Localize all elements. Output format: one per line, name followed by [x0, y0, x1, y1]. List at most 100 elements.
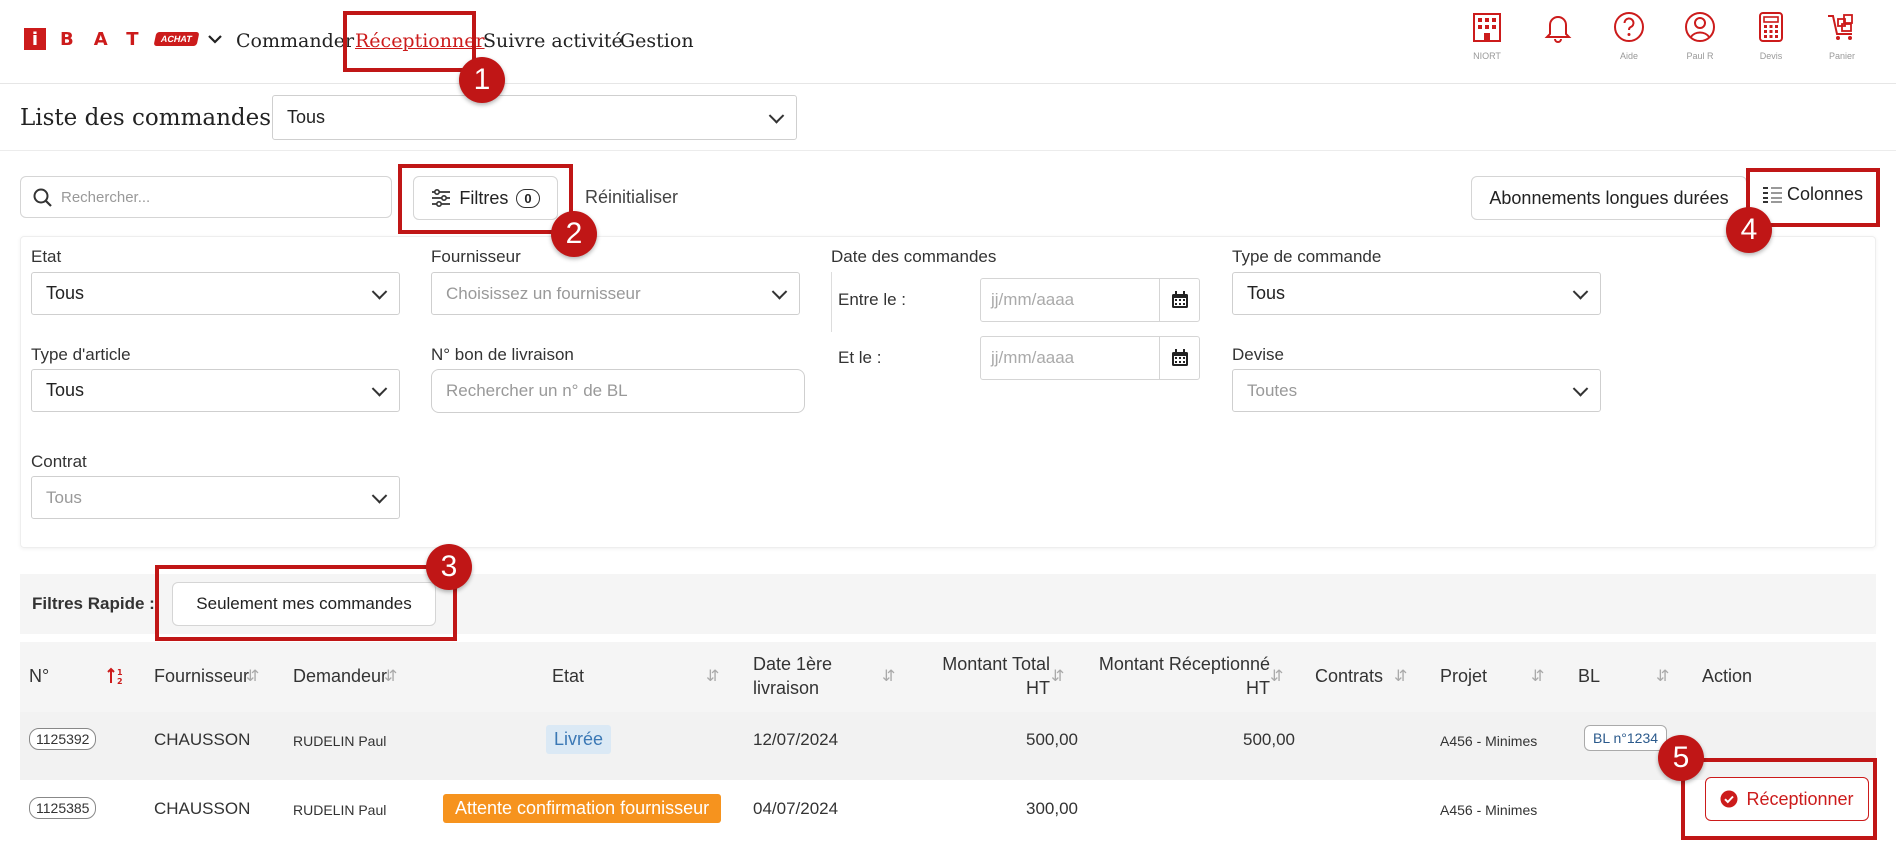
ibat-logo[interactable]: i BAT ACHAT	[24, 28, 223, 50]
date-to-placeholder: jj/mm/aaaa	[991, 348, 1075, 367]
chevron-down-icon[interactable]	[207, 33, 223, 45]
long-term-subscriptions-button[interactable]: Abonnements longues durées	[1471, 176, 1747, 220]
col-etat[interactable]: Etat	[552, 664, 584, 688]
col-fournisseur[interactable]: Fournisseur	[154, 664, 249, 688]
date-from-placeholder: jj/mm/aaaa	[991, 290, 1075, 309]
col-recv-line1: Montant Réceptionné	[1098, 654, 1270, 674]
col-total-line1: Montant Total	[942, 654, 1050, 674]
account-button[interactable]: Paul R	[1672, 10, 1728, 61]
sort-icon[interactable]: ⇵	[1051, 666, 1064, 686]
annotation-box	[398, 164, 573, 234]
fournisseur-select[interactable]: Choisissez un fournisseur	[431, 272, 800, 315]
search-input[interactable]: Rechercher...	[20, 176, 392, 218]
sort-asc-active-icon[interactable]: 12	[106, 666, 126, 686]
col-num[interactable]: N°	[29, 664, 49, 688]
cart-button[interactable]: Panier	[1814, 10, 1870, 61]
agency-button[interactable]: NIORT	[1459, 10, 1515, 61]
fournisseur-label: Fournisseur	[431, 247, 521, 266]
row-projet: A456 - Minimes	[1440, 733, 1538, 749]
type-commande-select[interactable]: Tous	[1232, 272, 1601, 315]
annotation-badge: 3	[426, 544, 472, 590]
row-demandeur: RUDELIN Paul	[293, 802, 387, 818]
page-title: Liste des commandes	[20, 105, 272, 131]
building-icon	[1473, 13, 1501, 42]
help-label: Aide	[1619, 51, 1638, 61]
nav-gestion[interactable]: Gestion	[620, 30, 694, 52]
annotation-badge: 2	[551, 211, 597, 257]
devise-label: Devise	[1232, 345, 1284, 364]
order-list-select[interactable]: Tous	[272, 95, 797, 140]
calculator-icon	[1759, 12, 1783, 42]
col-montant-total[interactable]: Montant Total HT	[905, 652, 1050, 700]
col-projet[interactable]: Projet	[1440, 664, 1487, 688]
cart-label: Panier	[1828, 51, 1855, 61]
annotation-badge: 4	[1726, 207, 1772, 253]
date-to-label: Et le :	[838, 348, 882, 367]
date-from-label: Entre le :	[838, 290, 907, 309]
col-bl[interactable]: BL	[1578, 664, 1600, 688]
order-list-select-value: Tous	[287, 107, 326, 127]
col-date-line2: livraison	[753, 678, 820, 698]
agency-label: NIORT	[1473, 51, 1501, 61]
sort-icon[interactable]: ⇵	[1531, 666, 1544, 686]
annotation-box	[155, 565, 457, 641]
col-montant-receptionne[interactable]: Montant Réceptionné HT	[1080, 652, 1270, 700]
col-demandeur[interactable]: Demandeur	[293, 664, 387, 688]
etat-label: Etat	[31, 247, 62, 266]
calendar-button[interactable]	[1159, 279, 1199, 321]
search-placeholder: Rechercher...	[61, 188, 151, 206]
col-action: Action	[1702, 666, 1753, 686]
row-fournisseur: CHAUSSON	[154, 730, 251, 749]
quick-filters-label: Filtres Rapide :	[32, 594, 155, 613]
status-badge: Attente confirmation fournisseur	[443, 794, 722, 823]
bell-icon	[1544, 16, 1572, 43]
bl-link[interactable]: BL n°1234	[1584, 725, 1668, 751]
help-button[interactable]: Aide	[1601, 10, 1657, 61]
logo-text: BAT	[60, 28, 159, 50]
svg-text:2: 2	[117, 677, 123, 686]
etat-select[interactable]: Tous	[31, 272, 400, 315]
bl-number-label: N° bon de livraison	[431, 345, 574, 364]
row-montant-total: 300,00	[1026, 799, 1078, 818]
type-article-value: Tous	[46, 380, 85, 400]
chevron-down-icon	[371, 283, 388, 300]
devise-select[interactable]: Toutes	[1232, 369, 1601, 412]
bl-number-placeholder: Rechercher un n° de BL	[446, 381, 628, 400]
order-number[interactable]: 1125392	[29, 728, 97, 750]
sort-icon[interactable]: ⇵	[1270, 666, 1283, 686]
col-recv-line2: HT	[1246, 678, 1270, 698]
sort-icon[interactable]: ⇵	[706, 666, 719, 686]
help-icon	[1614, 12, 1644, 42]
nav-suivre-activite[interactable]: Suivre activité	[483, 30, 623, 52]
fournisseur-placeholder: Choisissez un fournisseur	[446, 283, 641, 303]
col-date-livraison[interactable]: Date 1ère livraison	[753, 652, 832, 700]
contrat-select[interactable]: Tous	[31, 476, 400, 519]
sort-icon[interactable]: ⇵	[246, 666, 259, 686]
quotes-button[interactable]: Devis	[1743, 10, 1799, 61]
date-from-input[interactable]: jj/mm/aaaa	[980, 278, 1200, 322]
nav-commander[interactable]: Commander	[236, 30, 354, 52]
chevron-down-icon	[1572, 283, 1589, 300]
annotation-badge: 5	[1658, 735, 1704, 781]
search-icon	[33, 188, 52, 207]
sort-icon[interactable]: ⇵	[1656, 666, 1669, 686]
bl-number-input[interactable]: Rechercher un n° de BL	[431, 369, 805, 413]
row-demandeur: RUDELIN Paul	[293, 733, 387, 749]
date-to-input[interactable]: jj/mm/aaaa	[980, 336, 1200, 380]
calendar-icon	[1171, 291, 1188, 308]
sort-icon[interactable]: ⇵	[1394, 666, 1407, 686]
sort-icon[interactable]: ⇵	[882, 666, 895, 686]
type-article-select[interactable]: Tous	[31, 369, 400, 412]
divider	[831, 272, 832, 332]
type-commande-value: Tous	[1247, 283, 1286, 303]
logo-letter: i	[24, 28, 46, 50]
notifications-button[interactable]	[1530, 10, 1586, 49]
col-contrats[interactable]: Contrats	[1315, 664, 1383, 688]
sort-icon[interactable]: ⇵	[384, 666, 397, 686]
calendar-button[interactable]	[1159, 337, 1199, 379]
reset-button[interactable]: Réinitialiser	[585, 187, 678, 208]
top-bar: i BAT ACHAT Commander Réceptionner Suivr…	[0, 0, 1896, 84]
chevron-down-icon	[771, 283, 788, 300]
order-number[interactable]: 1125385	[29, 797, 97, 819]
logo-badge: ACHAT	[153, 32, 199, 46]
